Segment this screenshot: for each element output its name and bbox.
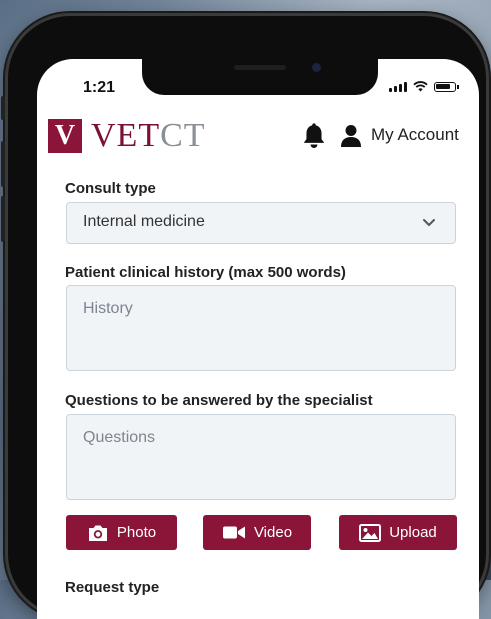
mute-switch xyxy=(1,96,5,120)
consult-type-value: Internal medicine xyxy=(83,213,205,230)
questions-label: Questions to be answered by the speciali… xyxy=(65,392,373,409)
video-button[interactable]: Video xyxy=(203,515,311,550)
status-icons xyxy=(389,81,459,92)
status-time: 1:21 xyxy=(83,79,116,96)
video-icon xyxy=(222,526,245,539)
request-type-label: Request type xyxy=(65,579,160,596)
brand-logo[interactable]: V xyxy=(48,119,82,153)
brand-wordmark-ct: CT xyxy=(160,117,206,154)
battery-tip xyxy=(457,85,459,89)
history-textarea[interactable] xyxy=(66,285,456,371)
volume-down-button xyxy=(1,196,5,242)
upload-button-label: Upload xyxy=(389,524,437,541)
front-camera xyxy=(312,63,321,72)
camera-icon xyxy=(88,525,107,541)
phone-frame: 1:21 V VETCT My Account Consult type Int… xyxy=(1,16,486,619)
speaker xyxy=(234,65,286,70)
consult-type-select[interactable]: Internal medicine xyxy=(66,202,456,244)
upload-button[interactable]: Upload xyxy=(339,515,457,550)
brand-wordmark-vet: VET xyxy=(91,117,161,154)
volume-up-button xyxy=(1,141,5,187)
questions-textarea[interactable] xyxy=(66,414,456,500)
app-header: V VETCT My Account xyxy=(37,115,479,161)
my-account-link[interactable]: My Account xyxy=(371,125,459,145)
consult-type-label: Consult type xyxy=(65,180,156,197)
wifi-icon xyxy=(413,81,428,92)
chevron-down-icon xyxy=(423,219,435,227)
history-label: Patient clinical history (max 500 words) xyxy=(65,264,346,281)
image-icon xyxy=(359,523,382,542)
user-icon[interactable] xyxy=(340,124,362,148)
phone-screen: 1:21 V VETCT My Account Consult type Int… xyxy=(37,59,479,619)
battery-icon xyxy=(434,82,456,92)
photo-button[interactable]: Photo xyxy=(66,515,177,550)
video-button-label: Video xyxy=(253,524,293,541)
notch xyxy=(142,59,378,95)
brand-wordmark: VETCT xyxy=(91,117,206,155)
signal-icon xyxy=(389,82,407,92)
photo-button-label: Photo xyxy=(116,524,157,541)
bell-icon[interactable] xyxy=(301,123,327,151)
